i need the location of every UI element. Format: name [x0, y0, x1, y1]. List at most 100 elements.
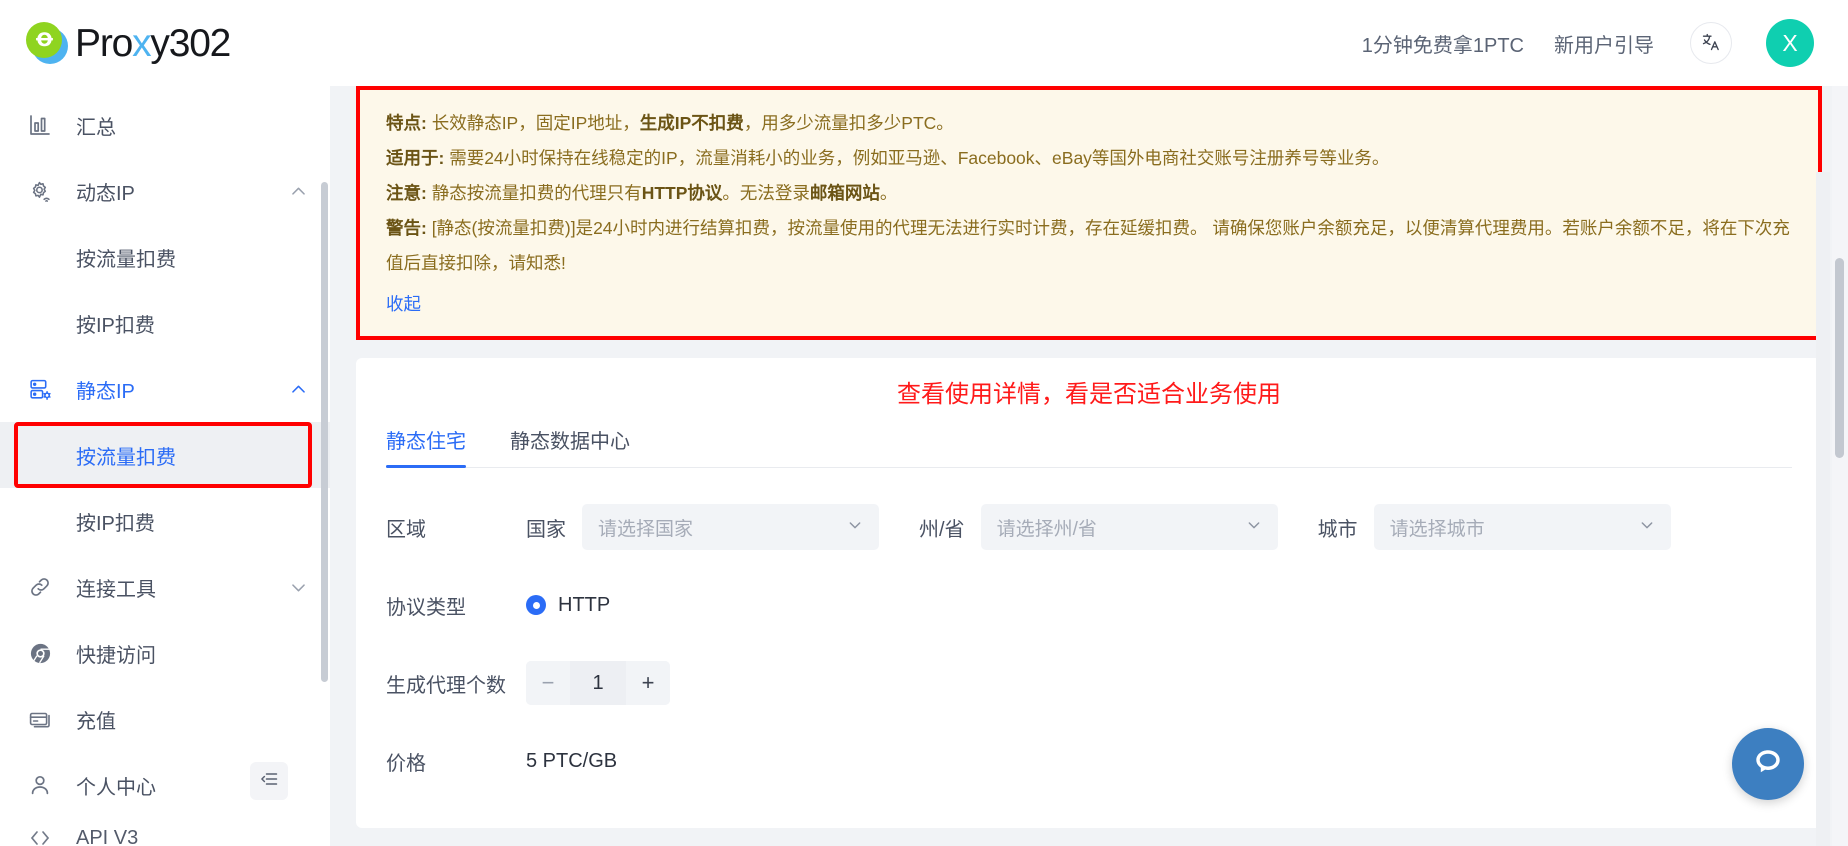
notice-collapse-link[interactable]: 收起: [386, 287, 421, 322]
price-value: 5 PTC/GB: [526, 749, 618, 772]
label-state: 州/省: [919, 518, 965, 541]
brand-suffix: y302: [150, 21, 231, 65]
form-row-proxy-count: 生成代理个数 − 1 +: [386, 652, 1792, 714]
left-sidebar: 汇总 动态IP 按流量扣费 按IP扣费 静态IP 按流量扣费 按IP扣费 连接工…: [0, 86, 330, 846]
city-select[interactable]: 请选择城市: [1373, 504, 1671, 550]
sidebar-item-static-ip[interactable]: 静态IP: [0, 356, 330, 422]
logo-glyph: Ꝋ: [35, 29, 53, 51]
stepper-value[interactable]: 1: [570, 661, 626, 705]
chevron-down-icon: [1246, 517, 1262, 537]
stepper-decrement-button[interactable]: −: [526, 661, 570, 705]
sidebar-item-summary[interactable]: 汇总: [0, 92, 330, 158]
tab-static-residential[interactable]: 静态住宅: [386, 425, 466, 468]
notice-line-attention: 注意: 静态按流量扣费的代理只有HTTP协议。无法登录邮箱网站。: [386, 176, 1794, 211]
field-city: 城市 请选择城市: [1318, 504, 1671, 550]
sidebar-item-dynamic-ip[interactable]: 动态IP: [0, 158, 330, 224]
stepper-increment-button[interactable]: +: [626, 661, 670, 705]
form-row-region: 区域 国家 请选择国家 州/省 请选择州/省 城市 请选择城市: [386, 496, 1792, 558]
sidebar-item-label: 连接工具: [76, 578, 156, 601]
notice-text-attention-c: 。无法登录: [722, 183, 810, 203]
chat-support-button[interactable]: [1732, 728, 1804, 800]
label-city: 城市: [1317, 518, 1358, 541]
city-select-placeholder: 请选择城市: [1389, 518, 1485, 540]
label-price: 价格: [386, 752, 426, 775]
chevron-up-icon: [289, 380, 308, 399]
tab-bar: 静态住宅 静态数据中心: [386, 425, 1792, 468]
notice-text-attention-e: 。: [879, 183, 898, 203]
sidebar-nav: 汇总 动态IP 按流量扣费 按IP扣费 静态IP 按流量扣费 按IP扣费 连接工…: [0, 86, 330, 846]
notice-line-warning: 警告: [静态(按流量扣费)]是24小时内进行结算扣费，按流量使用的代理无法进行…: [386, 211, 1794, 281]
chevron-down-icon: [289, 578, 308, 597]
sidebar-item-label: API V3: [76, 826, 139, 846]
top-header: Ꝋ Proxy302 1分钟免费拿1PTC 新用户引导 X: [0, 0, 1848, 86]
header-link-free-ptc[interactable]: 1分钟免费拿1PTC: [1362, 29, 1524, 58]
page-scrollbar-thumb[interactable]: [1835, 258, 1844, 458]
user-icon: [28, 773, 58, 797]
label-proxy-count: 生成代理个数: [386, 674, 506, 697]
sidebar-item-static-by-traffic[interactable]: 按流量扣费: [0, 422, 330, 488]
proxy302-logo-icon: Ꝋ: [26, 22, 68, 64]
sidebar-collapse-button[interactable]: [250, 762, 288, 800]
notice-text-warning: [静态(按流量扣费)]是24小时内进行结算扣费，按流量使用的代理无法进行实时计费…: [386, 218, 1790, 273]
notice-bold-free-generate: 生成IP不扣费: [639, 113, 744, 133]
field-country: 国家 请选择国家: [526, 504, 879, 550]
sidebar-item-connection-tools[interactable]: 连接工具: [0, 554, 330, 620]
chat-bubble-icon: [1750, 744, 1786, 785]
language-switch-button[interactable]: [1690, 22, 1732, 64]
sidebar-item-recharge[interactable]: 充值: [0, 686, 330, 752]
sidebar-item-label: 按流量扣费: [76, 446, 176, 469]
sidebar-item-dynamic-by-traffic[interactable]: 按流量扣费: [0, 224, 330, 290]
gear-wifi-icon: [28, 179, 58, 204]
sidebar-scrollbar[interactable]: [321, 182, 328, 682]
sidebar-item-api-v3[interactable]: API V3: [0, 818, 330, 846]
notice-bold-email-site: 邮箱网站: [809, 183, 880, 203]
sidebar-item-label: 静态IP: [76, 380, 135, 403]
content-wrapper: 特点: 长效静态IP，固定IP地址，生成IP不扣费，用多少流量扣多少PTC。 适…: [330, 86, 1848, 828]
server-gear-icon: [28, 377, 58, 402]
notice-text-suitable: 需要24小时保持在线稳定的IP，流量消耗小的业务，例如亚马逊、Facebook、…: [444, 148, 1390, 168]
notice-label-warning: 警告:: [386, 218, 427, 238]
page-scrollbar-track[interactable]: [1832, 86, 1848, 846]
label-region: 区域: [386, 518, 426, 541]
country-select[interactable]: 请选择国家: [582, 504, 879, 550]
state-select-placeholder: 请选择州/省: [996, 518, 1097, 540]
sidebar-item-static-by-ip[interactable]: 按IP扣费: [0, 488, 330, 554]
link-icon: [28, 575, 58, 599]
notice-line-suitable: 适用于: 需要24小时保持在线稳定的IP，流量消耗小的业务，例如亚马逊、Face…: [386, 141, 1794, 176]
sidebar-item-label: 汇总: [76, 116, 116, 139]
notice-line-feature: 特点: 长效静态IP，固定IP地址，生成IP不扣费，用多少流量扣多少PTC。: [386, 106, 1794, 141]
proxy-config-card: 查看使用详情，看是否适合业务使用 静态住宅 静态数据中心 区域 国家 请选择国家: [356, 358, 1822, 828]
label-protocol-type: 协议类型: [386, 596, 466, 619]
chevron-down-icon: [1639, 517, 1655, 537]
country-select-placeholder: 请选择国家: [598, 518, 694, 540]
info-notice: 特点: 长效静态IP，固定IP地址，生成IP不扣费，用多少流量扣多少PTC。 适…: [356, 86, 1822, 340]
sidebar-item-quick-access[interactable]: 快捷访问: [0, 620, 330, 686]
card-icon: [28, 707, 58, 731]
notice-bold-http: HTTP协议: [641, 183, 723, 203]
chrome-icon: [28, 641, 58, 666]
user-avatar[interactable]: X: [1766, 19, 1814, 67]
notice-text-feature-c: ，用多少流量扣多少PTC。: [743, 113, 954, 133]
brand-logo[interactable]: Ꝋ Proxy302: [26, 21, 231, 65]
proxy-count-stepper: − 1 +: [526, 661, 670, 705]
form-row-protocol: 协议类型 HTTP: [386, 574, 1792, 636]
chevron-up-icon: [289, 182, 308, 201]
notice-label-suitable: 适用于:: [386, 148, 445, 168]
protocol-radio-label: HTTP: [558, 593, 611, 616]
field-state: 州/省 请选择州/省: [919, 504, 1278, 550]
notice-label-feature: 特点:: [386, 113, 427, 133]
tab-static-datacenter[interactable]: 静态数据中心: [510, 425, 630, 467]
translate-icon: [1701, 32, 1721, 55]
sidebar-item-dynamic-by-ip[interactable]: 按IP扣费: [0, 290, 330, 356]
app-root: Ꝋ Proxy302 1分钟免费拿1PTC 新用户引导 X 汇总 动态IP 按流…: [0, 0, 1848, 846]
collapse-icon: [259, 769, 279, 794]
inner-scroll-track[interactable]: [1816, 172, 1830, 846]
notice-text-attention-a: 静态按流量扣费的代理只有: [426, 183, 642, 203]
header-link-new-user-guide[interactable]: 新用户引导: [1554, 29, 1654, 58]
protocol-radio-http[interactable]: HTTP: [526, 594, 610, 617]
state-select[interactable]: 请选择州/省: [980, 504, 1278, 550]
notice-label-attention: 注意:: [386, 183, 427, 203]
annotation-text: 查看使用详情，看是否适合业务使用: [897, 381, 1281, 408]
form-row-price: 价格 5 PTC/GB: [386, 730, 1792, 792]
sidebar-item-label: 按IP扣费: [76, 512, 155, 535]
